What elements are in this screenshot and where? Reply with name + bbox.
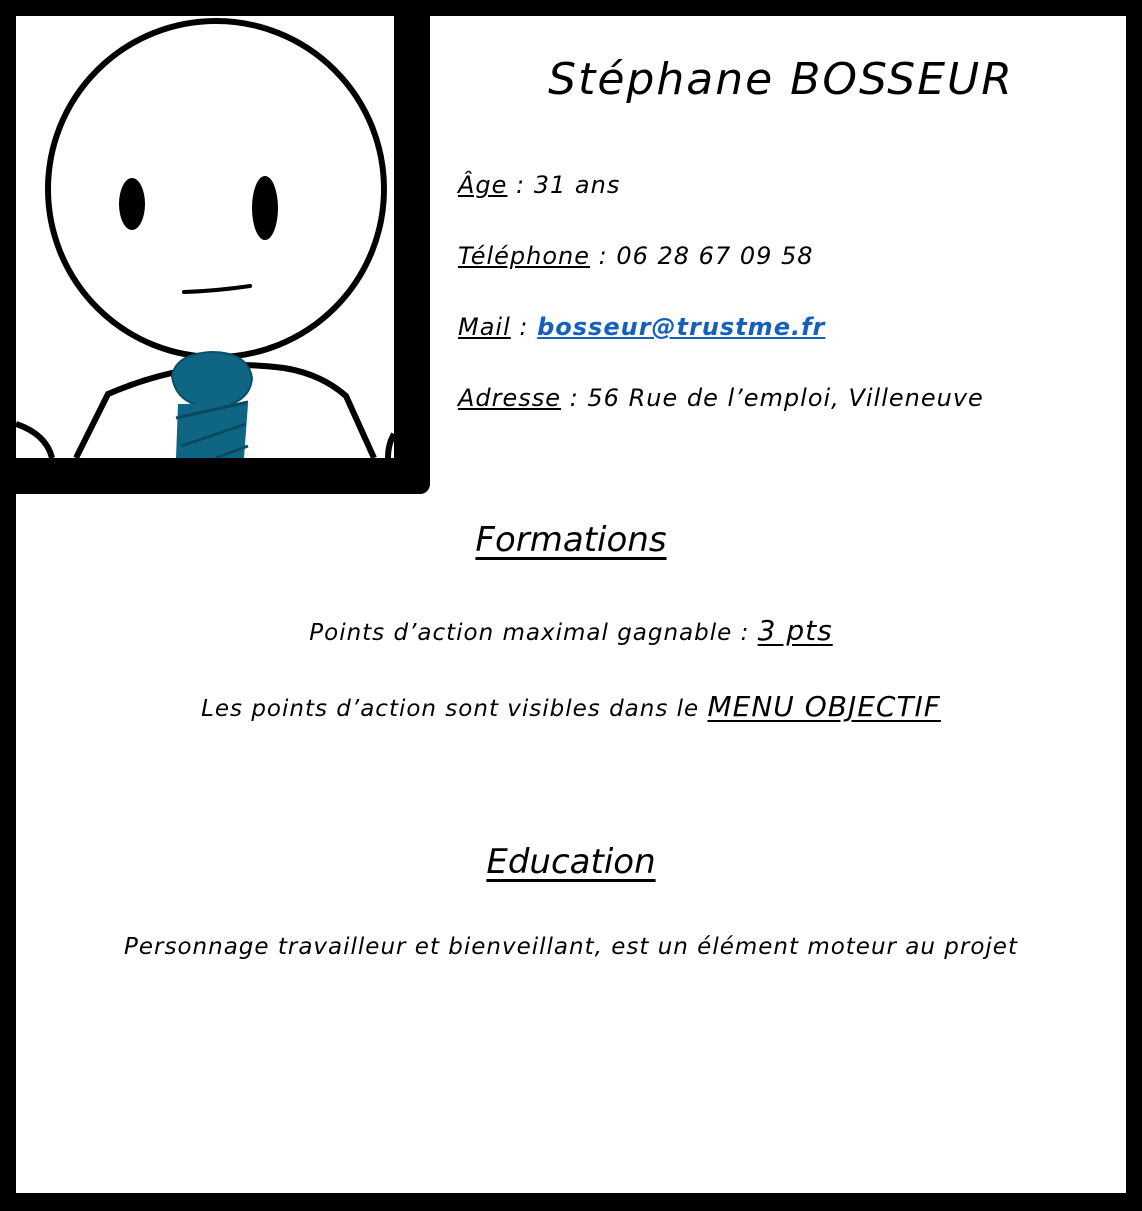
phone-separator: : bbox=[590, 242, 617, 270]
mail-link[interactable]: bosseur@trustme.fr bbox=[537, 313, 825, 341]
age-row: Âge : 31 ans bbox=[458, 171, 620, 199]
left-arm bbox=[16, 421, 55, 458]
right-eye bbox=[252, 176, 278, 240]
education-title-text: Education bbox=[486, 842, 656, 882]
mail-label: Mail bbox=[458, 313, 511, 341]
age-value: 31 ans bbox=[533, 171, 621, 199]
address-label: Adresse bbox=[458, 384, 562, 412]
mail-row: Mail : bosseur@trustme.fr bbox=[458, 313, 825, 341]
avatar bbox=[16, 16, 394, 458]
points-value: 3 pts bbox=[757, 614, 833, 647]
menu-line: Les points d’action sont visibles dans l… bbox=[16, 690, 1126, 723]
points-text: Points d’action maximal gagnable : bbox=[309, 620, 758, 646]
visible-text: Les points d’action sont visibles dans l… bbox=[201, 696, 708, 722]
phone-row: Téléphone : 06 28 67 09 58 bbox=[458, 242, 814, 270]
phone-value: 06 28 67 09 58 bbox=[616, 242, 814, 270]
formations-title-text: Formations bbox=[475, 520, 667, 560]
tie-knot bbox=[170, 350, 254, 410]
avatar-illustration bbox=[16, 18, 394, 458]
avatar-frame bbox=[16, 16, 430, 494]
menu-objectif-link[interactable]: MENU OBJECTIF bbox=[708, 690, 941, 723]
education-title: Education bbox=[16, 842, 1126, 882]
mail-separator: : bbox=[510, 313, 538, 341]
left-eye bbox=[119, 178, 145, 230]
education-description: Personnage travailleur et bienveillant, … bbox=[124, 934, 1018, 960]
profile-name: Stéphane BOSSEUR bbox=[548, 54, 1014, 105]
profile-card: Stéphane BOSSEUR Âge : 31 ans Téléphone … bbox=[16, 16, 1126, 1193]
address-value: 56 Rue de l’emploi, Villeneuve bbox=[587, 384, 984, 412]
head bbox=[45, 18, 387, 360]
points-line: Points d’action maximal gagnable : 3 pts bbox=[16, 614, 1126, 647]
right-arm bbox=[385, 432, 394, 458]
phone-label: Téléphone bbox=[458, 242, 590, 270]
age-separator: : bbox=[507, 171, 534, 199]
address-separator: : bbox=[561, 384, 588, 412]
formations-title: Formations bbox=[16, 520, 1126, 560]
age-label: Âge bbox=[458, 171, 508, 199]
address-row: Adresse : 56 Rue de l’emploi, Villeneuve bbox=[458, 384, 984, 412]
